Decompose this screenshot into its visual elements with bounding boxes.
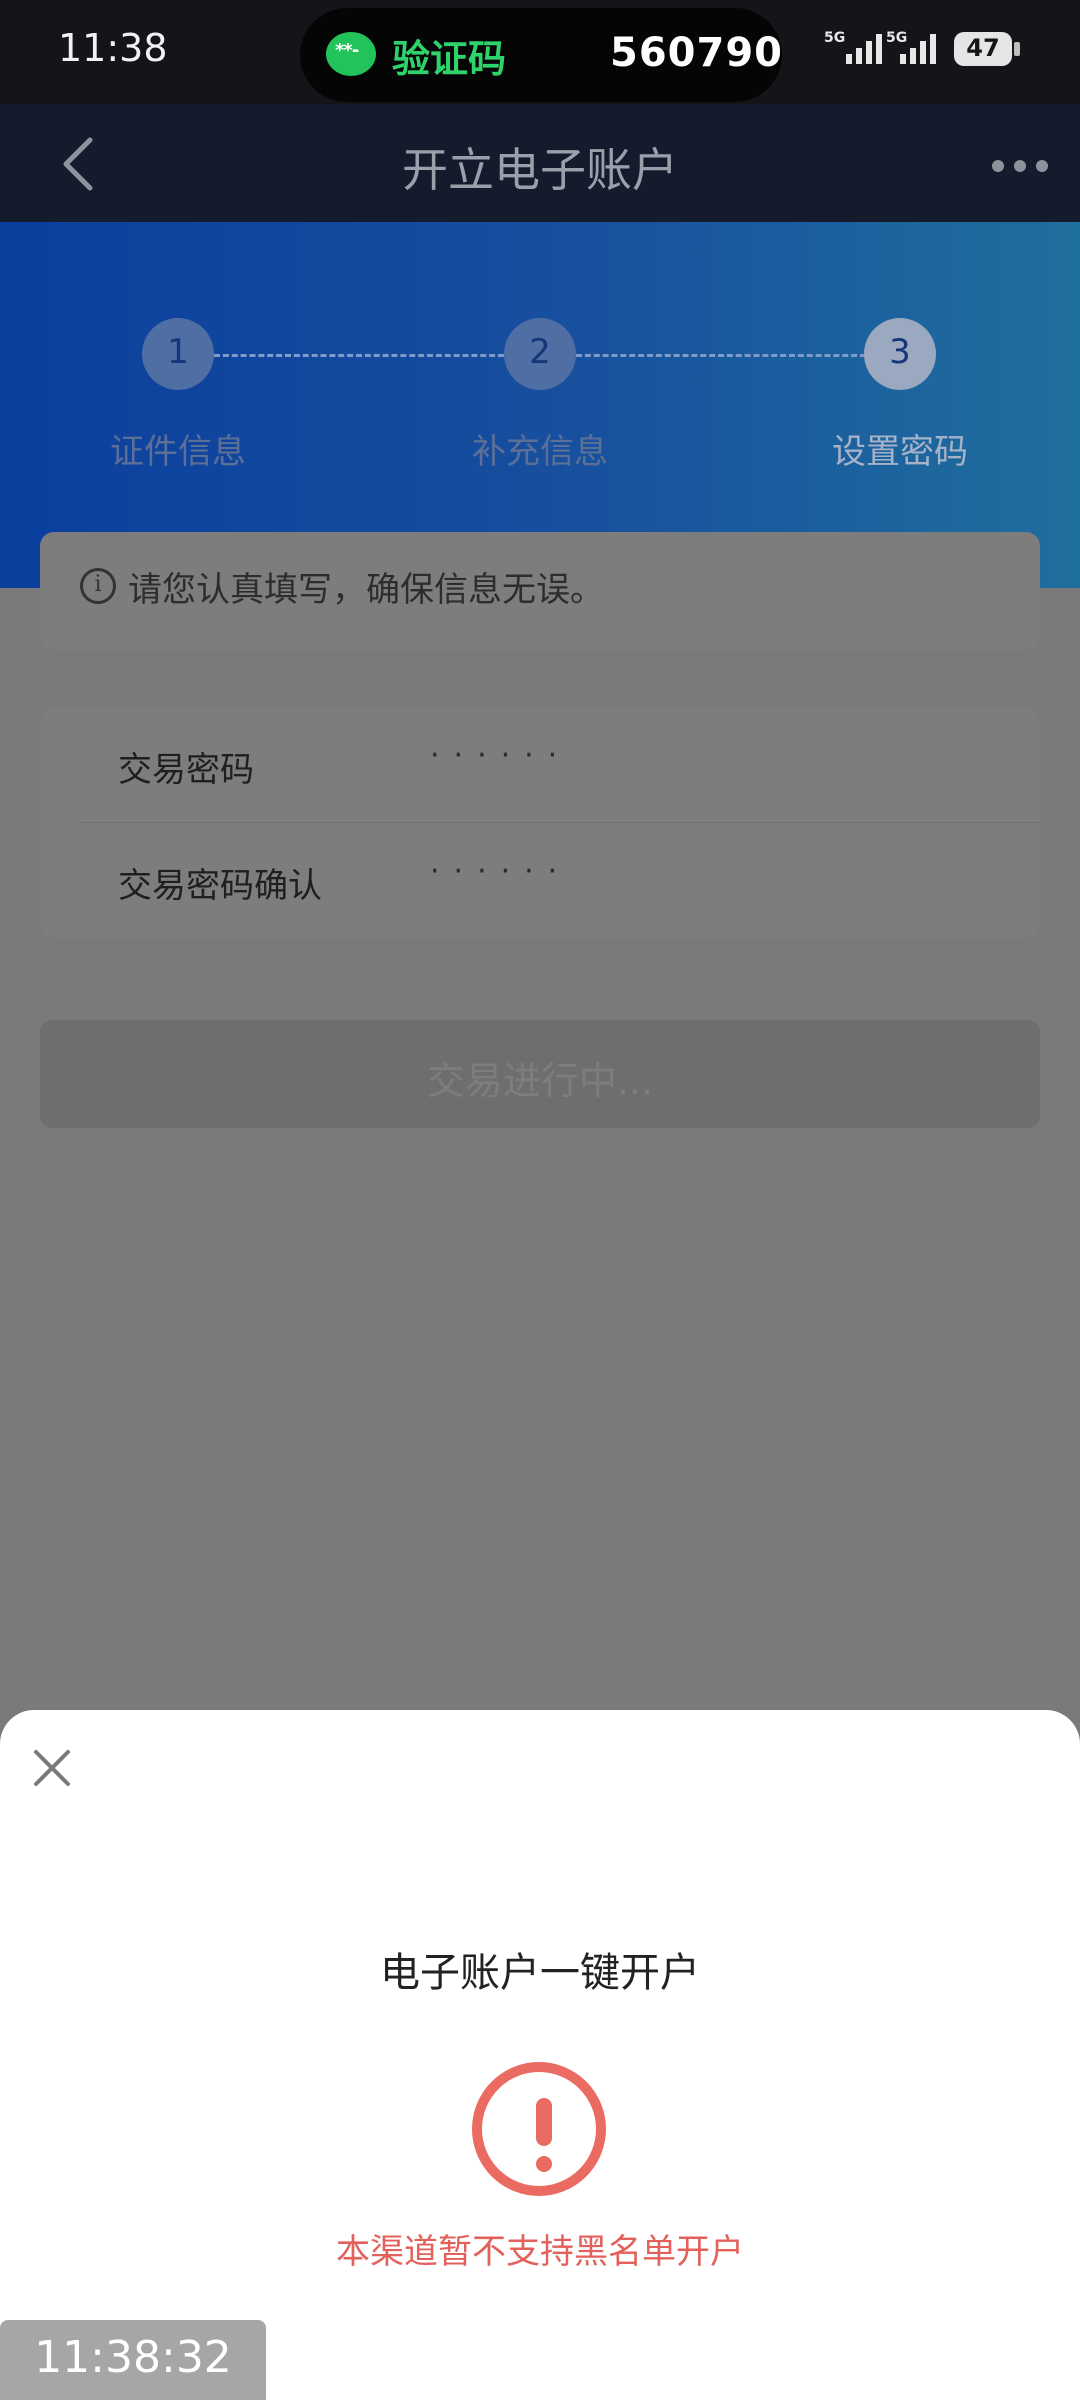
error-icon-dot xyxy=(536,2156,552,2172)
timestamp-overlay: 11:38:32 xyxy=(0,2320,266,2400)
trade-password-label: 交易密码 xyxy=(118,750,254,790)
error-message: 本渠道暂不支持黑名单开户 xyxy=(336,2232,744,2272)
step-3-label: 设置密码 xyxy=(832,432,968,472)
trade-password-input[interactable]: ······ xyxy=(430,738,571,773)
verification-code-pill[interactable]: **- 验证码 560790 xyxy=(300,8,782,102)
submit-label: 交易进行中... xyxy=(426,1059,654,1103)
step-1-label: 证件信息 xyxy=(110,432,246,472)
pill-code: 560790 xyxy=(610,30,783,76)
battery-tip xyxy=(1014,42,1020,56)
signal-icon xyxy=(846,34,882,64)
notice-text: 请您认真填写，确保信息无误。 xyxy=(128,570,604,610)
error-icon xyxy=(472,2062,606,2196)
password-form: 交易密码 ······ 交易密码确认 ······ xyxy=(40,708,1040,938)
step-2-circle: 2 xyxy=(504,318,576,390)
notice-card: i 请您认真填写，确保信息无误。 xyxy=(40,532,1040,650)
step-connector-2 xyxy=(576,354,866,357)
info-icon: i xyxy=(80,568,116,604)
status-time: 11:38 xyxy=(58,26,168,70)
submit-button[interactable]: 交易进行中... xyxy=(40,1020,1040,1128)
error-icon-bar xyxy=(536,2098,552,2146)
result-sheet: 电子账户一键开户 本渠道暂不支持黑名单开户 xyxy=(0,1710,1080,2400)
pill-label: 验证码 xyxy=(392,37,507,81)
signal-icon-2 xyxy=(900,34,936,64)
more-icon[interactable] xyxy=(990,156,1050,176)
step-2-label: 补充信息 xyxy=(472,432,608,472)
status-bar: 11:38 **- 验证码 560790 5G 5G 47 xyxy=(0,0,1080,104)
step-connector-1 xyxy=(214,354,504,357)
message-icon: **- xyxy=(326,32,376,76)
page-title: 开立电子账户 xyxy=(402,143,678,197)
close-icon[interactable] xyxy=(30,1746,74,1790)
trade-password-confirm-label: 交易密码确认 xyxy=(118,866,322,906)
timestamp-text: 11:38:32 xyxy=(34,2332,232,2383)
nav-bar: 开立电子账户 xyxy=(0,104,1080,222)
row-divider xyxy=(80,822,1040,823)
step-3-circle: 3 xyxy=(864,318,936,390)
step-1-circle: 1 xyxy=(142,318,214,390)
battery-icon: 47 xyxy=(954,32,1012,66)
trade-password-confirm-input[interactable]: ······ xyxy=(430,854,571,889)
sheet-title: 电子账户一键开户 xyxy=(380,1950,700,1996)
battery-level: 47 xyxy=(966,34,1000,62)
